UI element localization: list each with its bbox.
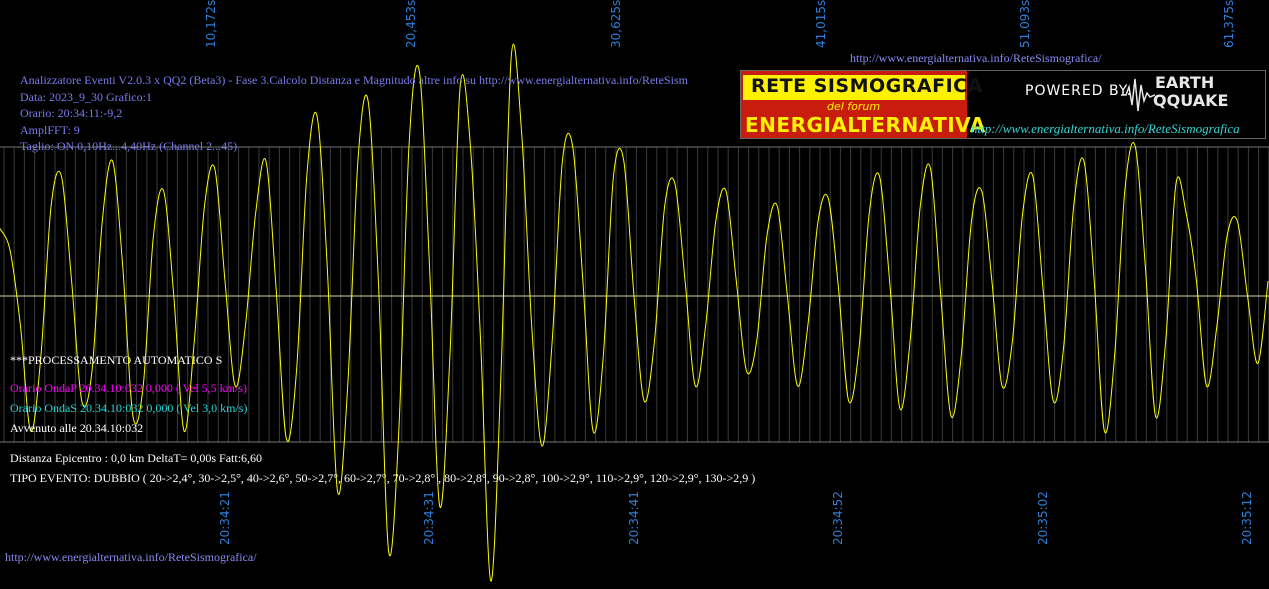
bottom-tick-4: 20:34:52	[831, 491, 845, 545]
bottom-tick-3: 20:34:41	[627, 491, 641, 545]
rete-sismografica-logo[interactable]: RETE SISMOGRAFICA del forum ENERGIALTERN…	[740, 70, 1266, 139]
occurred-time: Avvenuto alle 20.34.10:032	[10, 421, 144, 435]
top-tick-5: 51,093s	[1018, 0, 1032, 48]
top-tick-1: 10,172s	[204, 0, 218, 48]
bottom-url-link[interactable]: http://www.energialternativa.info/ReteSi…	[5, 550, 257, 564]
top-tick-6: 61,375s	[1222, 0, 1236, 48]
analyzer-header: Analizzatore Eventi V2.0.3 x QQ2 (Beta3)…	[20, 72, 688, 155]
bottom-tick-6: 20:35:12	[1240, 491, 1254, 545]
header-line-1: Analizzatore Eventi V2.0.3 x QQ2 (Beta3)…	[20, 73, 688, 87]
logo-title-1: RETE SISMOGRAFICA	[751, 75, 983, 97]
top-tick-4: 41,015s	[814, 0, 828, 48]
header-line-5: Taglio: ON 0,10Hz...4,40Hz (Channel 2...…	[20, 139, 238, 153]
processing-label: ***PROCESSAMENTO AUTOMATICO S	[10, 353, 223, 367]
logo-title-3: ENERGIALTERNATIVA	[745, 113, 986, 137]
top-url-link[interactable]: http://www.energialternativa.info/ReteSi…	[850, 51, 1102, 65]
epicenter-distance: Distanza Epicentro : 0,0 km DeltaT= 0,00…	[10, 451, 263, 465]
event-type: TIPO EVENTO: DUBBIO ( 20->2,4°, 30->2,5°…	[10, 471, 756, 485]
bottom-tick-2: 20:34:31	[422, 491, 436, 545]
logo-brand-2: QQUAKE	[1153, 91, 1229, 110]
logo-powered-by: POWERED BY:	[1025, 83, 1133, 99]
plot-grid	[3, 147, 1269, 442]
seismo-wave-icon	[1121, 78, 1155, 112]
p-wave-time: Orario OndaP 20.34.10:032 0,000 ( Vel 5,…	[10, 381, 247, 395]
logo-url[interactable]: http://www.energialternativa.info/ReteSi…	[971, 121, 1240, 137]
s-wave-time: Orario OndaS 20.34.10:032 0,000 ( Vel 3,…	[10, 401, 248, 415]
header-line-4: AmplFFT: 9	[20, 122, 80, 137]
bottom-tick-5: 20:35:02	[1036, 491, 1050, 545]
top-tick-3: 30,625s	[609, 0, 623, 48]
header-line-2: Data: 2023_9_30 Grafico:1	[20, 89, 152, 104]
logo-brand-1: EARTH	[1155, 73, 1215, 92]
header-line-3: Orario: 20:34:11:-9,2	[20, 106, 123, 120]
logo-title-2: del forum	[827, 100, 881, 113]
bottom-tick-1: 20:34:21	[218, 491, 232, 545]
top-tick-2: 20,453s	[404, 0, 418, 48]
